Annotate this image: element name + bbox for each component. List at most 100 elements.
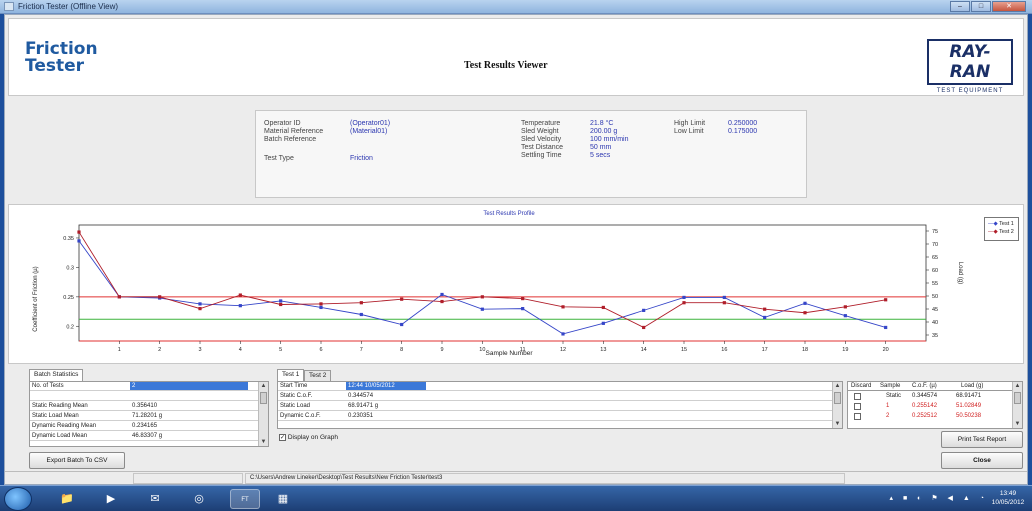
window-title: Friction Tester (Offline View) <box>18 2 119 11</box>
start-button[interactable] <box>4 487 32 511</box>
batch-stat-row[interactable]: Dynamic Load Mean 46.83307 g <box>30 432 258 441</box>
export-batch-to-csv-button[interactable]: Export Batch To CSV <box>29 452 125 469</box>
display-on-graph-option[interactable]: ✓ Display on Graph <box>279 434 338 441</box>
brand-mark: RAY-RAN <box>927 39 1013 85</box>
result-row: 2 0.252512 50.50238 <box>848 412 1014 421</box>
series-point-1 <box>319 305 323 310</box>
chart-legend: —◆ Test 1 —◆ Test 2 <box>984 217 1019 241</box>
batch-stat-value: 2 <box>130 382 248 390</box>
y2-tick-label: 50 <box>932 294 938 300</box>
maximize-button[interactable]: □ <box>971 1 991 12</box>
scroll-up-arrow-icon[interactable]: ▲ <box>259 382 268 390</box>
batch-stat-label: Dynamic Load Mean <box>32 433 88 439</box>
batch-stat-label: Dynamic Reading Mean <box>32 423 97 429</box>
series-point-2 <box>682 301 686 305</box>
material-ref-label: Material Reference <box>264 128 324 135</box>
x-tick-label: 12 <box>560 347 566 353</box>
series-point-2 <box>279 302 283 307</box>
result-cof: 0.252512 <box>912 413 938 419</box>
y2-tick-label: 40 <box>932 320 938 326</box>
legend-label-test-1: Test 1 <box>999 221 1014 227</box>
batch-stat-label: No. of Tests <box>32 383 64 389</box>
scroll-up-arrow-icon[interactable]: ▲ <box>833 382 842 390</box>
print-test-report-button[interactable]: Print Test Report <box>941 431 1023 448</box>
header-load: Load (g) <box>961 383 984 389</box>
x-tick-label: 14 <box>641 347 647 353</box>
y2-tick-label: 45 <box>932 307 938 313</box>
display-on-graph-checkbox[interactable]: ✓ <box>279 434 286 441</box>
batch-stat-row[interactable]: Static Load Mean 71.28201 g <box>30 412 258 421</box>
results-scrollbar[interactable]: ▲ ▼ <box>1012 382 1022 428</box>
x-tick-label: 18 <box>802 347 808 353</box>
tab-batch-statistics[interactable]: Batch Statistics <box>29 369 84 381</box>
taskbar-clock[interactable]: 13:49 10/05/2012 <box>990 489 1026 507</box>
scroll-down-arrow-icon[interactable]: ▼ <box>833 420 842 428</box>
batch-stat-row[interactable] <box>30 392 258 401</box>
minimize-button[interactable]: – <box>950 1 970 12</box>
results-panel: Discard Sample C.o.F. (µ) Load (g) Stati… <box>845 369 1025 469</box>
system-tray: ▴ ■ ◐ ⚑ ◀ ▲ ◔ <box>889 495 988 502</box>
test-detail-value: 12:44 10/05/2012 <box>346 382 426 390</box>
tab-test-1[interactable]: Test 1 <box>277 369 305 381</box>
close-window-button[interactable]: ✕ <box>992 1 1026 12</box>
discard-checkbox[interactable] <box>854 393 861 400</box>
scrollbar-thumb[interactable] <box>260 392 267 404</box>
test-detail-row[interactable]: Start Time 12:44 10/05/2012 <box>278 382 832 391</box>
operator-id-value: (Operator01) <box>350 120 391 127</box>
mail-taskbar-icon[interactable]: ✉ <box>140 489 170 509</box>
friction-tester-taskbar-icon[interactable]: FT <box>230 489 260 509</box>
series-point-2 <box>843 305 847 309</box>
explorer-taskbar-icon[interactable]: 📁 <box>52 489 82 509</box>
series-point-2 <box>763 307 767 311</box>
high-limit-value: 0.250000 <box>728 120 758 127</box>
discard-checkbox[interactable] <box>854 413 861 420</box>
legend-marker-test-2: —◆ <box>988 229 998 235</box>
batch-scrollbar[interactable]: ▲ ▼ <box>258 382 268 446</box>
scroll-down-arrow-icon[interactable]: ▼ <box>259 438 268 446</box>
y-tick-label: 0.2 <box>66 324 74 330</box>
media-player-taskbar-icon[interactable]: ▶ <box>96 489 126 509</box>
test-type-value: Friction <box>350 155 373 162</box>
series-point-2 <box>884 298 888 302</box>
result-load: 51.02849 <box>956 403 982 409</box>
browser-taskbar-icon[interactable]: ◎ <box>184 489 214 509</box>
sled-weight-label: Sled Weight <box>521 128 559 135</box>
close-button[interactable]: Close <box>941 452 1023 469</box>
test-detail-label: Static C.o.F. <box>280 393 313 399</box>
test-scrollbar[interactable]: ▲ ▼ <box>832 382 842 428</box>
plot-area <box>78 224 927 342</box>
series-point-1 <box>480 307 484 311</box>
x-tick-label: 16 <box>721 347 727 353</box>
batch-stat-row[interactable]: Static Reading Mean 0.356410 <box>30 402 258 411</box>
scroll-up-arrow-icon[interactable]: ▲ <box>1013 382 1022 390</box>
scrollbar-thumb[interactable] <box>1014 392 1021 404</box>
batch-ref-label: Batch Reference <box>264 136 317 143</box>
status-file-path: C:\Users\Andrew Lineker\Desktop\Test Res… <box>245 473 845 484</box>
series-point-1 <box>763 315 767 320</box>
series-point-1 <box>238 304 242 308</box>
test-detail-row[interactable]: Static C.o.F. 0.344574 <box>278 392 832 401</box>
batch-stat-value: 0.356410 <box>132 403 158 409</box>
series-point-2 <box>117 295 121 299</box>
header-cof: C.o.F. (µ) <box>912 383 937 389</box>
legend-label-test-2: Test 2 <box>999 229 1014 235</box>
calculator-taskbar-icon[interactable]: ▦ <box>268 489 298 509</box>
test-detail-row[interactable]: Static Load 68.91471 g <box>278 402 832 411</box>
batch-stat-row[interactable]: No. of Tests 2 <box>30 382 258 391</box>
low-limit-label: Low Limit <box>674 128 704 135</box>
scroll-down-arrow-icon[interactable]: ▼ <box>1013 420 1022 428</box>
scrollbar-thumb[interactable] <box>834 392 841 404</box>
series-point-1 <box>884 325 888 330</box>
header-panel: Friction Tester Test Results Viewer RAY-… <box>8 18 1024 96</box>
sled-velocity-label: Sled Velocity <box>521 136 562 143</box>
series-point-1 <box>198 302 202 306</box>
operator-id-label: Operator ID <box>264 120 301 127</box>
test-detail-value: 68.91471 g <box>348 403 379 409</box>
y-axis-label: Coefficient of Friction (µ) <box>33 266 39 331</box>
batch-stat-row[interactable]: Dynamic Reading Mean 0.234165 <box>30 422 258 431</box>
discard-checkbox[interactable] <box>854 403 861 410</box>
x-tick-label: 6 <box>319 347 322 353</box>
test-detail-row[interactable]: Dynamic C.o.F. 0.230351 <box>278 412 832 421</box>
batch-stat-value: 46.83307 g <box>132 433 163 439</box>
high-limit-label: High Limit <box>674 120 706 127</box>
